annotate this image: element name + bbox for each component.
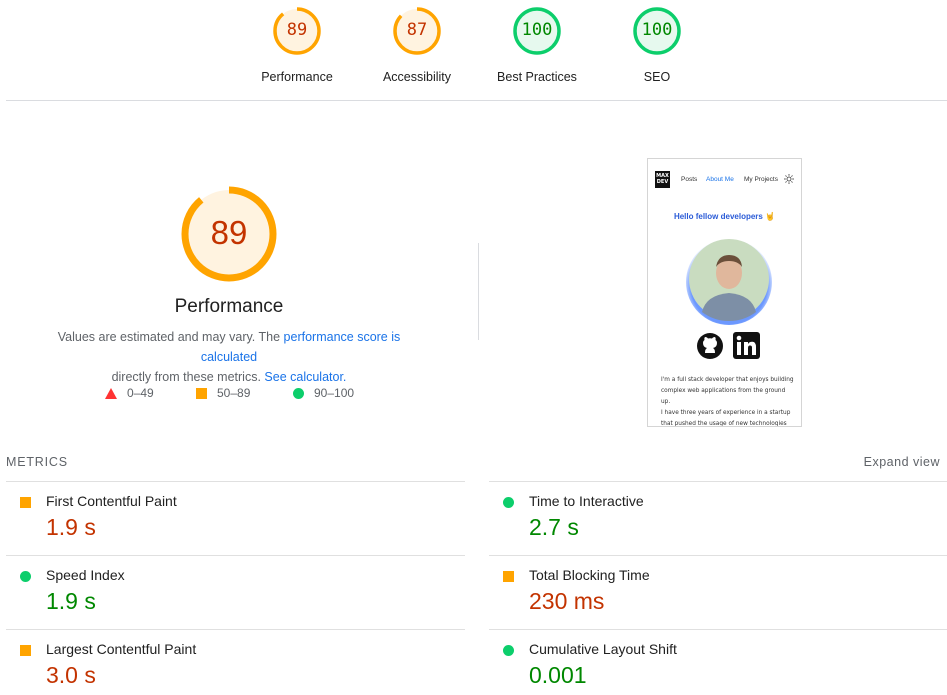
thumb-bio: I'm a full stack developer that enjoys b… (661, 375, 796, 427)
pass-circle-icon (503, 645, 514, 656)
performance-description: Values are estimated and may vary. The p… (30, 327, 428, 387)
gauge-label: SEO (643, 70, 671, 84)
metric-label: Cumulative Layout Shift (529, 641, 677, 657)
legend-pass: 90–100 (293, 386, 354, 400)
metric-value: 1.9 s (46, 588, 96, 614)
gauge-label: Accessibility (382, 70, 452, 84)
gauge-score: 89 (286, 20, 308, 40)
performance-title: Performance (174, 296, 284, 317)
gauge-accessibility[interactable]: 87 Accessibility (362, 6, 472, 84)
gauge-label: Performance (261, 70, 333, 84)
legend-pass-label: 90–100 (314, 386, 355, 400)
performance-score: 89 (210, 214, 248, 251)
sun-icon (784, 174, 794, 184)
header-divider (6, 100, 947, 101)
description-text-2: directly from these metrics. (111, 370, 265, 384)
thumb-nav-posts: Posts (681, 176, 698, 183)
bio-line: complex web applications from the ground… (661, 388, 786, 405)
linkedin-icon (733, 332, 760, 359)
metric-label: Total Blocking Time (529, 567, 650, 583)
metric-cumulative-layout-shift: Cumulative Layout Shift 0.001 (489, 629, 947, 695)
pass-circle-icon (20, 571, 31, 582)
gauge-score: 100 (521, 20, 553, 40)
thumb-nav-about: About Me (706, 176, 734, 183)
gauge-label: Best Practices (497, 70, 577, 84)
legend-fail-label: 0–49 (127, 386, 154, 400)
metric-label: First Contentful Paint (46, 493, 177, 509)
thumb-nav-projects: My Projects (744, 176, 778, 183)
metric-first-contentful-paint: First Contentful Paint 1.9 s (6, 481, 465, 555)
metric-speed-index: Speed Index 1.9 s (6, 555, 465, 629)
metric-value: 3.0 s (46, 662, 96, 688)
gauge-performance[interactable]: 89 Performance (242, 6, 352, 84)
legend-average: 50–89 (196, 386, 250, 400)
description-text: Values are estimated and may vary. The (57, 330, 284, 344)
site-logo: MAX DEV (655, 171, 670, 188)
category-gauges: 89 Performance 87 Accessibility 100 Best… (0, 0, 947, 100)
metric-value: 0.001 (529, 662, 587, 688)
average-square-icon (20, 497, 31, 508)
github-icon (697, 333, 723, 359)
bio-line: that pushed the usage of new technologie… (661, 421, 787, 427)
triangle-icon (105, 387, 117, 399)
metric-time-to-interactive: Time to Interactive 2.7 s (489, 481, 947, 555)
vertical-divider (478, 243, 479, 340)
thumb-socials (696, 332, 760, 360)
gauge-best-practices[interactable]: 100 Best Practices (482, 6, 592, 84)
bio-line: I'm a full stack developer that enjoys b… (661, 377, 794, 383)
gauge-seo[interactable]: 100 SEO (602, 6, 712, 84)
avatar (686, 239, 772, 325)
square-icon (196, 387, 207, 399)
see-calculator-link[interactable]: See calculator. (264, 370, 346, 384)
circle-icon (293, 387, 304, 399)
legend-fail: 0–49 (105, 386, 154, 400)
final-screenshot[interactable]: MAX DEV Posts About Me My Projects Hello… (647, 158, 802, 427)
metric-value: 1.9 s (46, 514, 96, 540)
expand-view-toggle[interactable]: Expand view (864, 455, 940, 469)
metric-value: 2.7 s (529, 514, 579, 540)
average-square-icon (503, 571, 514, 582)
metric-label: Largest Contentful Paint (46, 641, 197, 657)
metric-label: Speed Index (46, 567, 125, 583)
metric-value: 230 ms (529, 588, 605, 614)
bio-line: I have three years of experience in a st… (661, 410, 791, 416)
pass-circle-icon (503, 497, 514, 508)
metric-label: Time to Interactive (529, 493, 644, 509)
legend-average-label: 50–89 (217, 386, 251, 400)
thumb-hello-heading: Hello fellow developers 🤘 (673, 212, 776, 221)
gauge-score: 100 (641, 20, 673, 40)
metrics-header: METRICS (6, 455, 68, 469)
average-square-icon (20, 645, 31, 656)
gauge-score: 87 (406, 20, 428, 40)
metric-total-blocking-time: Total Blocking Time 230 ms (489, 555, 947, 629)
metric-largest-contentful-paint: Largest Contentful Paint 3.0 s (6, 629, 465, 695)
